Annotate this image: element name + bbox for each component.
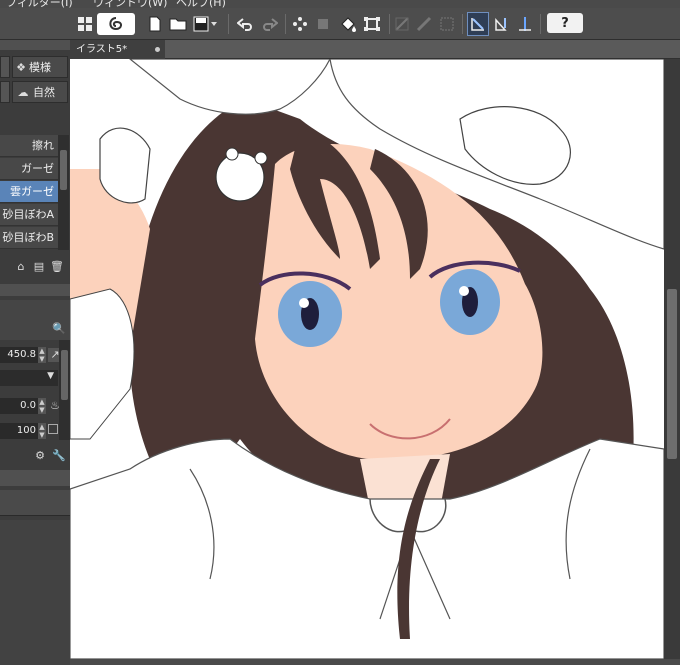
lower-panel: [0, 520, 70, 665]
help-button[interactable]: ?: [547, 13, 583, 33]
left-eye-highlight: [299, 298, 309, 308]
nature-button[interactable]: ☁ 自然: [12, 81, 68, 103]
collapsed-button[interactable]: [0, 56, 10, 78]
new-icon[interactable]: [146, 13, 164, 35]
artwork: [70, 59, 664, 659]
brush-item[interactable]: 砂目ぼわA: [0, 204, 58, 226]
tab-document[interactable]: イラスト5*: [70, 40, 165, 59]
chevron-down-icon: ▼: [47, 371, 54, 381]
tab-title: イラスト5*: [76, 44, 128, 55]
color-panel-header: [0, 470, 70, 486]
symmetry-icon[interactable]: [515, 13, 535, 35]
command-bar: ?: [0, 8, 680, 40]
brush-item[interactable]: 擦れ: [0, 135, 58, 157]
save-icon[interactable]: [192, 13, 218, 35]
collapsed-button-2[interactable]: [0, 81, 10, 103]
density-checkbox[interactable]: [48, 424, 58, 434]
panel-gap: [0, 112, 70, 132]
right-eye-highlight: [459, 286, 469, 296]
brush-item-selected[interactable]: 雲ガーゼ: [0, 181, 58, 203]
canvas-scrollbar[interactable]: [664, 59, 680, 659]
panel-header: [0, 40, 70, 50]
clip-logo-icon[interactable]: [97, 13, 135, 35]
brush-actions: ⌂ ▤ 🗑: [0, 252, 70, 282]
clear-icon[interactable]: [291, 13, 309, 35]
opacity-spinner[interactable]: ▲ ▼: [38, 398, 46, 414]
hat-brim: [129, 59, 331, 115]
snap-icon[interactable]: [467, 12, 489, 36]
close-icon[interactable]: [155, 47, 160, 52]
sleeve-cuff: [70, 288, 135, 440]
brush-list-scrollbar[interactable]: [58, 135, 69, 250]
menu-bar: フィルター(I) ウィンドウ(W) ヘルプ(H): [0, 0, 680, 8]
brush-size-spinner[interactable]: ▲ ▼: [38, 347, 46, 363]
ornament-ear: [254, 151, 268, 165]
zoom-preview-icon[interactable]: 🔍: [52, 322, 66, 336]
disabled-tool-1-icon[interactable]: [393, 13, 411, 35]
pattern-label: 模様: [29, 61, 51, 74]
opacity-value[interactable]: 0.0: [0, 398, 38, 414]
brush-size-value[interactable]: 450.8: [0, 347, 38, 363]
open-icon[interactable]: [168, 13, 188, 35]
tool-property-header: [0, 284, 70, 296]
copy-brush-icon[interactable]: ▤: [32, 260, 46, 274]
nature-label: 自然: [33, 86, 55, 99]
density-value[interactable]: 100: [0, 423, 38, 439]
ruler-icon[interactable]: [492, 13, 512, 35]
disabled-tool-3-icon[interactable]: [438, 13, 456, 35]
wrench-icon[interactable]: 🔧: [52, 449, 66, 463]
status-bar: [70, 659, 680, 665]
layout-icon[interactable]: [76, 13, 94, 35]
transform-icon[interactable]: [362, 13, 382, 35]
property-scrollbar[interactable]: [59, 340, 70, 440]
brush-item[interactable]: ガーゼ: [0, 158, 58, 180]
ornament-ear: [225, 147, 239, 161]
color-panel: [0, 490, 70, 516]
menu-item-window[interactable]: ウィンドウ(W): [93, 0, 167, 8]
redo-icon[interactable]: [259, 13, 279, 35]
brush-item[interactable]: 砂目ぼわB: [0, 227, 58, 249]
disabled-tool-2-icon[interactable]: [415, 13, 433, 35]
add-brush-icon[interactable]: ⌂: [14, 260, 28, 274]
pattern-button[interactable]: ❖ 模様: [12, 56, 68, 78]
canvas[interactable]: [70, 59, 664, 659]
undo-icon[interactable]: [236, 13, 256, 35]
brush-preview: 🔍: [0, 300, 70, 340]
document-tab-bar: イラスト5*: [70, 40, 680, 59]
settings-gear-icon[interactable]: ⚙: [33, 449, 47, 463]
nature-icon: ☁: [17, 85, 29, 99]
menu-item-filter[interactable]: フィルター(I): [6, 0, 73, 8]
blend-dropdown[interactable]: ▼: [0, 370, 58, 386]
menu-item-help[interactable]: ヘルプ(H): [176, 0, 226, 8]
pattern-icon: ❖: [16, 60, 26, 74]
property-actions: ⚙ 🔧: [0, 445, 70, 467]
density-spinner[interactable]: ▲ ▼: [38, 423, 46, 439]
delete-brush-icon[interactable]: 🗑: [50, 260, 64, 274]
left-panel: ❖ 模様 ☁ 自然 擦れ ガーゼ 雲ガーゼ 砂目ぼわA 砂目ぼわB ⌂ ▤ 🗑 …: [0, 40, 70, 665]
hair-ribbon: [99, 127, 151, 204]
scrollbar-thumb[interactable]: [667, 289, 677, 459]
clear-outside-icon[interactable]: [314, 13, 332, 35]
fill-icon[interactable]: [337, 13, 359, 35]
